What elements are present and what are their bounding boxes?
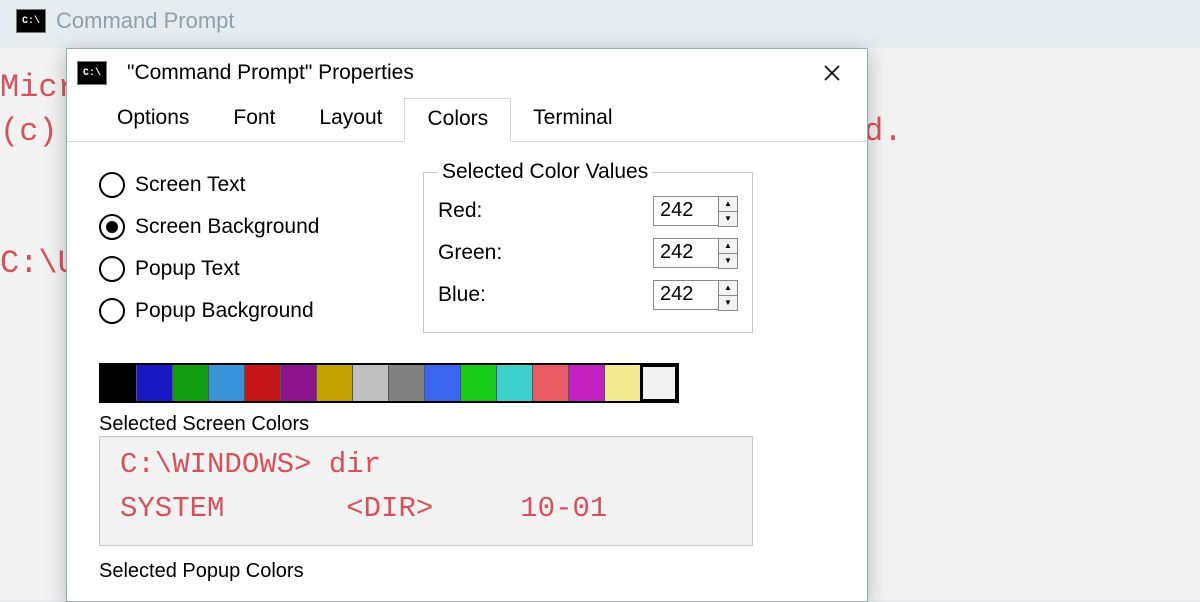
tab-terminal[interactable]: Terminal bbox=[511, 98, 634, 142]
tab-font[interactable]: Font bbox=[211, 98, 297, 142]
radio-label: Screen Background bbox=[135, 215, 319, 239]
color-value-red: Red: 242▲▼ bbox=[438, 190, 738, 232]
color-swatch[interactable] bbox=[245, 365, 281, 401]
color-swatch[interactable] bbox=[533, 365, 569, 401]
radio-label: Screen Text bbox=[135, 173, 246, 197]
color-swatch[interactable] bbox=[389, 365, 425, 401]
spin-up-button[interactable]: ▲ bbox=[719, 281, 737, 296]
spin-down-button[interactable]: ▼ bbox=[719, 254, 737, 268]
color-swatch[interactable] bbox=[353, 365, 389, 401]
cmd-icon bbox=[16, 9, 46, 33]
radio-screen-background[interactable]: Screen Background bbox=[99, 214, 409, 240]
color-swatch[interactable] bbox=[425, 365, 461, 401]
screen-preview-label: Selected Screen Colors bbox=[99, 413, 835, 436]
popup-preview-label: Selected Popup Colors bbox=[99, 560, 835, 583]
tab-options[interactable]: Options bbox=[95, 98, 211, 142]
color-swatch[interactable] bbox=[605, 365, 641, 401]
color-value-label: Blue: bbox=[438, 283, 518, 307]
color-value-blue: Blue: 242▲▼ bbox=[438, 274, 738, 316]
dialog-titlebar[interactable]: "Command Prompt" Properties bbox=[67, 49, 867, 97]
color-target-radiogroup: Screen Text Screen Background Popup Text Po… bbox=[99, 172, 409, 324]
color-swatch[interactable] bbox=[137, 365, 173, 401]
tabstrip: OptionsFontLayoutColorsTerminal bbox=[67, 97, 867, 142]
cmd-icon bbox=[77, 61, 107, 85]
colors-tab-body: Screen Text Screen Background Popup Text Po… bbox=[67, 142, 867, 583]
screen-preview: C:\WINDOWS> dir SYSTEM <DIR> 10-01 bbox=[99, 436, 753, 546]
color-swatch[interactable] bbox=[641, 365, 677, 401]
spin-down-button[interactable]: ▼ bbox=[719, 212, 737, 226]
color-value-input[interactable]: 242 bbox=[653, 280, 718, 310]
color-swatch[interactable] bbox=[209, 365, 245, 401]
radio-popup-background[interactable]: Popup Background bbox=[99, 298, 409, 324]
color-value-label: Red: bbox=[438, 199, 518, 223]
color-swatch[interactable] bbox=[173, 365, 209, 401]
color-value-input[interactable]: 242 bbox=[653, 238, 718, 268]
close-icon bbox=[824, 65, 840, 81]
spin-up-button[interactable]: ▲ bbox=[719, 239, 737, 254]
radio-label: Popup Text bbox=[135, 257, 240, 281]
radio-icon bbox=[99, 256, 125, 282]
radio-icon bbox=[99, 172, 125, 198]
radio-icon bbox=[99, 298, 125, 324]
console-window: Command Prompt Microsoft Windows [Versio… bbox=[0, 0, 1200, 600]
color-value-green: Green: 242▲▼ bbox=[438, 232, 738, 274]
spin-up-button[interactable]: ▲ bbox=[719, 197, 737, 212]
tab-colors[interactable]: Colors bbox=[404, 98, 511, 142]
color-palette bbox=[99, 363, 679, 403]
color-swatch[interactable] bbox=[101, 365, 137, 401]
color-value-input[interactable]: 242 bbox=[653, 196, 718, 226]
console-title: Command Prompt bbox=[56, 8, 235, 34]
radio-icon bbox=[99, 214, 125, 240]
color-values-group: Selected Color Values Red:242▲▼Green:242… bbox=[423, 160, 753, 333]
tab-layout[interactable]: Layout bbox=[297, 98, 404, 142]
close-button[interactable] bbox=[811, 52, 853, 94]
radio-popup-text[interactable]: Popup Text bbox=[99, 256, 409, 282]
color-swatch[interactable] bbox=[281, 365, 317, 401]
color-swatch[interactable] bbox=[497, 365, 533, 401]
radio-screen-text[interactable]: Screen Text bbox=[99, 172, 409, 198]
console-titlebar[interactable]: Command Prompt bbox=[0, 0, 1200, 42]
color-swatch[interactable] bbox=[461, 365, 497, 401]
spin-down-button[interactable]: ▼ bbox=[719, 296, 737, 310]
dialog-title: "Command Prompt" Properties bbox=[127, 61, 414, 85]
properties-dialog: "Command Prompt" Properties OptionsFontL… bbox=[66, 48, 868, 602]
color-swatch[interactable] bbox=[569, 365, 605, 401]
color-value-label: Green: bbox=[438, 241, 518, 265]
color-swatch[interactable] bbox=[317, 365, 353, 401]
radio-label: Popup Background bbox=[135, 299, 314, 323]
color-values-legend: Selected Color Values bbox=[438, 160, 652, 184]
